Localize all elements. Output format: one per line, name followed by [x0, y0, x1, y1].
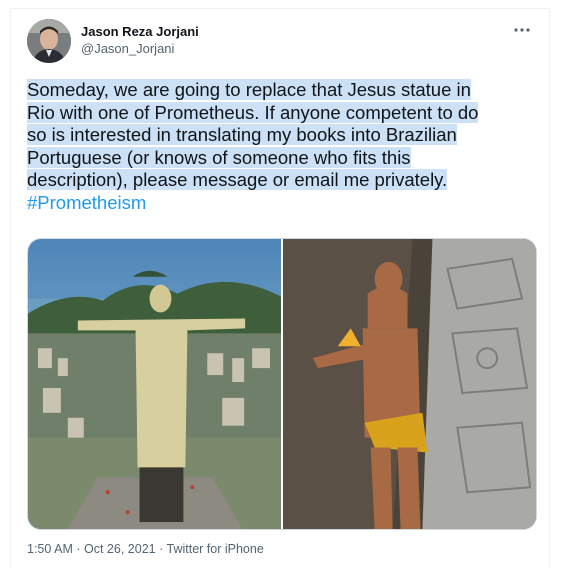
tweet-date[interactable]: Oct 26, 2021	[84, 542, 156, 556]
tweet-text-line: description), please message or email me…	[27, 169, 448, 190]
author-handle[interactable]: @Jason_Jorjani	[81, 41, 174, 56]
meta-separator: ·	[159, 542, 164, 556]
tweet-meta: 1:50 AM · Oct 26, 2021 · Twitter for iPh…	[27, 542, 264, 556]
more-icon[interactable]	[511, 19, 533, 41]
media-grid	[27, 238, 537, 530]
tweet-text-line: so is interested in translating my books…	[27, 124, 457, 145]
tweet-source[interactable]: Twitter for iPhone	[167, 542, 264, 556]
avatar-image	[27, 19, 71, 63]
tweet-text-line: Portuguese (or knows of someone who fits…	[27, 146, 411, 168]
author-name[interactable]: Jason Reza Jorjani	[81, 24, 199, 39]
media-image-christ-statue[interactable]	[28, 239, 281, 529]
tweet-text: Someday, we are going to replace that Je…	[27, 79, 537, 214]
avatar[interactable]	[27, 19, 71, 63]
hashtag-link[interactable]: #Prometheism	[27, 192, 146, 213]
tweet-card: Jason Reza Jorjani @Jason_Jorjani Someda…	[10, 8, 550, 568]
tweet-time[interactable]: 1:50 AM	[27, 542, 73, 556]
tweet-text-line: Rio with one of Prometheus. If anyone co…	[27, 101, 479, 123]
tweet-text-line: Someday, we are going to replace that Je…	[27, 79, 471, 100]
meta-separator: ·	[76, 542, 81, 556]
media-image-prometheus-statue[interactable]	[283, 239, 536, 529]
